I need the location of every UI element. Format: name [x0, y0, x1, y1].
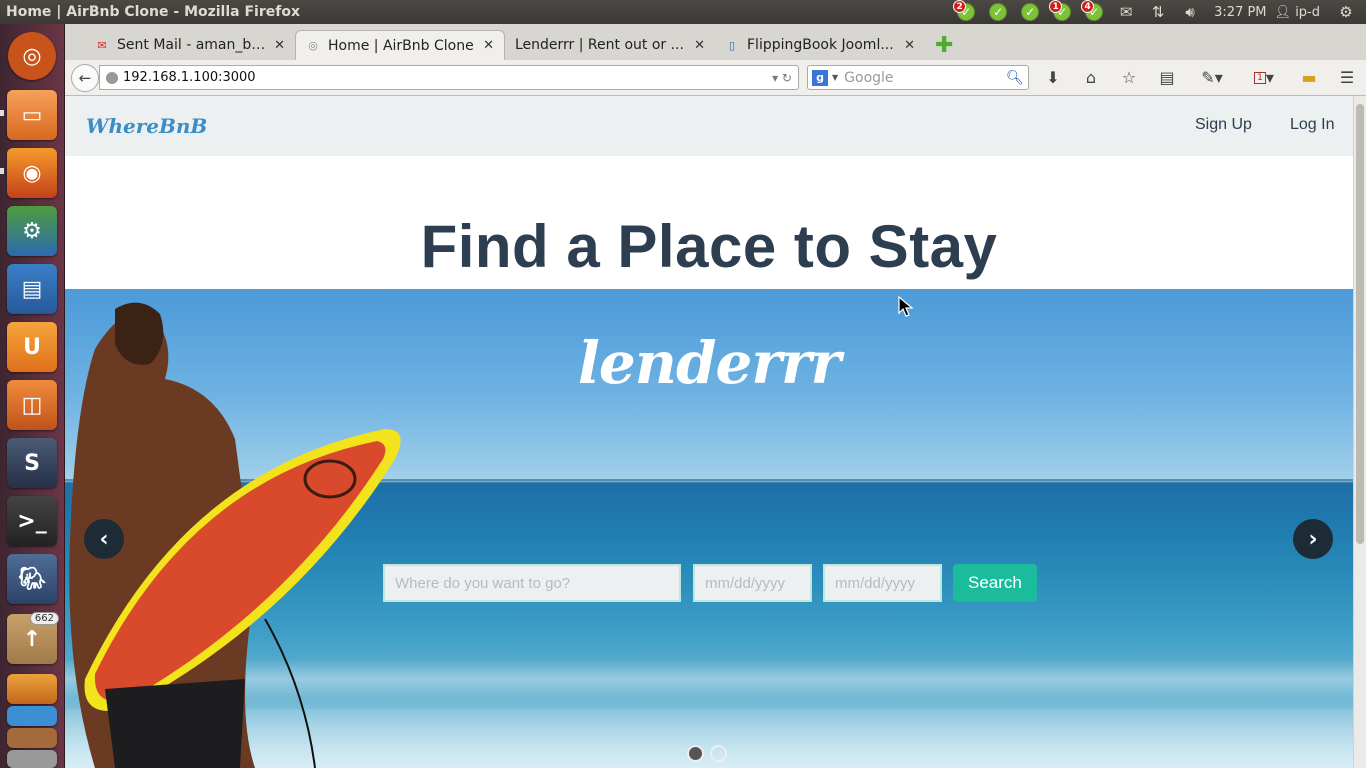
volume-icon[interactable]: 🔊︎ [1177, 2, 1203, 22]
firefox-icon[interactable]: ◉ [7, 148, 57, 198]
launcher: ◎ ▭ ◉ ⚙ ▤ U ◫ S >_ 🐘︎ ↑ 662 [0, 24, 65, 768]
trash-icon[interactable] [7, 750, 57, 768]
brand-logo[interactable]: WhereBnB [86, 114, 207, 138]
user-name: ip-d [1295, 4, 1320, 20]
gmail-icon: ✉ [97, 38, 107, 52]
writer-icon[interactable]: ▤ [7, 264, 57, 314]
close-icon[interactable]: ✕ [274, 38, 285, 53]
tray-notification-1[interactable]: ✓ 2 [953, 0, 979, 22]
url-dropdown-icon[interactable]: ▾ ↻ [772, 71, 798, 85]
mail-icon[interactable]: ✉ [1113, 2, 1139, 22]
chevron-right-icon: › [1308, 526, 1318, 552]
url-bar[interactable]: 192.168.1.100:3000 ▾ ↻ [99, 65, 799, 90]
top-panel: Home | AirBnb Clone - Mozilla Firefox ✓ … [0, 0, 1366, 24]
software-center-icon[interactable]: ◫ [7, 380, 57, 430]
close-icon[interactable]: ✕ [694, 38, 705, 53]
scrollbar-thumb[interactable] [1356, 104, 1364, 544]
search-placeholder: Google [844, 69, 894, 86]
app-icon[interactable] [7, 728, 57, 748]
sign-up-link[interactable]: Sign Up [1195, 116, 1252, 134]
carousel-indicator[interactable] [687, 745, 704, 762]
lenderrr-logo: lenderrr [577, 329, 841, 397]
update-manager-icon[interactable]: ↑ 662 [7, 612, 59, 664]
user-icon: 👤︎ [1274, 4, 1292, 20]
tab-label: Home | AirBnb Clone [328, 37, 474, 54]
search-icon[interactable]: 🔍︎ [1006, 70, 1028, 86]
flippingbook-icon: ▯ [728, 38, 736, 52]
app-icon[interactable] [7, 706, 57, 726]
checkin-date-input[interactable] [693, 564, 812, 602]
firefox-window: ✉ Sent Mail - aman_ba... ✕ ◎ Home | AirB… [65, 24, 1366, 768]
close-icon[interactable]: ✕ [904, 38, 915, 53]
tab-label: FlippingBook Jooml... [747, 37, 894, 53]
chevron-down-icon[interactable]: ▼ [832, 73, 838, 82]
page-scrollbar[interactable] [1353, 96, 1366, 768]
google-icon[interactable]: g [812, 69, 828, 86]
files-icon[interactable]: ▭ [7, 90, 57, 140]
tray-notification-5[interactable]: ✓ 4 [1081, 0, 1107, 22]
dash-icon[interactable]: ◎ [8, 32, 56, 80]
reading-list-icon[interactable]: ▤ [1154, 65, 1180, 90]
check-icon: ✓ [1021, 3, 1040, 21]
toolbar-icons: ⬇ ⌂ ☆ ▤ ✎▾ 1 ▾ ▬ ☰ [1040, 65, 1366, 90]
log-in-link[interactable]: Log In [1290, 116, 1334, 134]
workspace-switcher-icon[interactable]: S [7, 438, 57, 488]
new-tab-button[interactable]: ✚ [935, 30, 953, 60]
addon-icon[interactable]: 1 ▾ [1244, 65, 1284, 90]
menu-icon[interactable]: ☰ [1334, 65, 1360, 90]
navigation-toolbar: 192.168.1.100:3000 ▾ ↻ ← g ▼ Google 🔍︎ ⬇… [65, 60, 1366, 96]
tools-icon[interactable]: ✎▾ [1192, 65, 1232, 90]
system-settings-icon[interactable]: ⚙ [7, 206, 57, 256]
search-bar[interactable]: g ▼ Google 🔍︎ [807, 65, 1029, 90]
tray-notification-3[interactable]: ✓ [1017, 2, 1043, 22]
url-text: 192.168.1.100:3000 [123, 70, 256, 85]
user-menu[interactable]: 👤︎ ip-d [1275, 5, 1320, 20]
page-viewport: WhereBnB Sign Up Log In Find a Place to … [65, 96, 1366, 768]
tab-flippingbook[interactable]: ▯ FlippingBook Jooml... ✕ [715, 30, 925, 60]
terminal-icon[interactable]: >_ [7, 496, 57, 546]
page-icon: ◎ [308, 39, 318, 52]
home-icon[interactable]: ⌂ [1078, 65, 1104, 90]
back-button[interactable]: ← [71, 64, 99, 92]
tab-sent-mail[interactable]: ✉ Sent Mail - aman_ba... ✕ [85, 30, 295, 60]
ubuntu-one-icon[interactable]: U [7, 322, 57, 372]
hero-carousel: lenderrr ‹ › Search [65, 289, 1353, 768]
chrome-icon[interactable] [7, 674, 57, 704]
tab-lenderrr[interactable]: Lenderrr | Rent out or ... ✕ [505, 30, 715, 60]
site-identity-icon[interactable] [106, 71, 118, 84]
carousel-next-button[interactable]: › [1293, 519, 1333, 559]
addon-badge: 1 [1254, 71, 1266, 84]
update-count-badge: 662 [29, 612, 59, 625]
network-icon[interactable]: ⇅ [1145, 2, 1171, 22]
check-icon: ✓ [989, 3, 1008, 21]
tab-bar: ✉ Sent Mail - aman_ba... ✕ ◎ Home | AirB… [65, 24, 1366, 60]
extension-icon[interactable]: ▬ [1296, 65, 1322, 90]
site-navbar: WhereBnB Sign Up Log In [65, 96, 1353, 156]
tab-label: Lenderrr | Rent out or ... [515, 37, 684, 53]
power-icon[interactable]: ⚙ [1333, 2, 1359, 22]
search-button[interactable]: Search [953, 564, 1037, 602]
system-tray: ✓ 2 ✓ ✓ ✓ 1 ✓ 4 ✉ ⇅ 🔊︎ 3:27 PM 👤︎ ip-d ⚙ [950, 0, 1366, 24]
clock[interactable]: 3:27 PM [1214, 5, 1266, 20]
chevron-left-icon: ‹ [99, 526, 109, 552]
tray-notification-2[interactable]: ✓ [985, 2, 1011, 22]
carousel-indicators [687, 745, 733, 762]
download-icon[interactable]: ⬇ [1040, 65, 1066, 90]
close-icon[interactable]: ✕ [483, 38, 494, 53]
mouse-cursor-icon [898, 296, 914, 317]
tab-home-airbnb[interactable]: ◎ Home | AirBnb Clone ✕ [295, 30, 505, 60]
carousel-prev-button[interactable]: ‹ [84, 519, 124, 559]
postgresql-icon[interactable]: 🐘︎ [7, 554, 57, 604]
tray-notification-4[interactable]: ✓ 1 [1049, 0, 1075, 22]
location-input[interactable] [383, 564, 681, 602]
window-title: Home | AirBnb Clone - Mozilla Firefox [6, 4, 300, 20]
page-title: Find a Place to Stay [420, 213, 998, 280]
bookmark-star-icon[interactable]: ☆ [1116, 65, 1142, 90]
checkout-date-input[interactable] [823, 564, 942, 602]
carousel-indicator[interactable] [710, 745, 727, 762]
tab-label: Sent Mail - aman_ba... [117, 37, 269, 53]
search-form: Search [383, 564, 1037, 602]
